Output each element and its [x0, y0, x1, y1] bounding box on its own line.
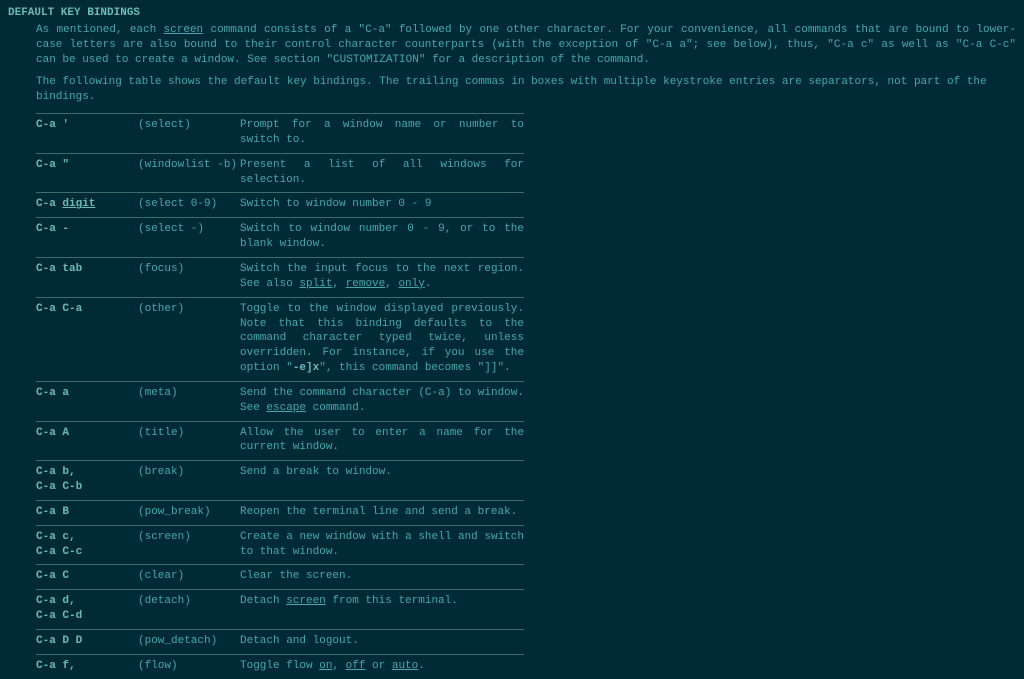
- table-row: C-a -(select -)Switch to window number 0…: [36, 217, 524, 257]
- table-row: C-a '(select)Prompt for a window name or…: [36, 113, 524, 153]
- command-cell: (focus): [138, 262, 240, 292]
- table-row: C-a A(title)Allow the user to enter a na…: [36, 421, 524, 461]
- table-row: C-a f,(flow)Toggle flow on, off or auto.: [36, 654, 524, 679]
- table-row: C-a C-a(other)Toggle to the window displ…: [36, 297, 524, 381]
- keybinding-cell: C-a D D: [36, 634, 138, 649]
- keybinding-table: C-a '(select)Prompt for a window name or…: [36, 113, 524, 679]
- description-cell: Toggle to the window displayed previousl…: [240, 302, 524, 376]
- intro-paragraph: As mentioned, each screen command consis…: [36, 23, 1016, 68]
- intro-text-a: As mentioned, each: [36, 24, 164, 36]
- keybinding-cell: C-a c,C-a C-c: [36, 530, 138, 560]
- description-cell: Send the command character (C-a) to wind…: [240, 386, 524, 416]
- table-row: C-a D D(pow_detach)Detach and logout.: [36, 629, 524, 654]
- command-cell: (flow): [138, 659, 240, 674]
- description-cell: Switch to window number 0 - 9: [240, 197, 524, 212]
- table-row: C-a c,C-a C-c(screen)Create a new window…: [36, 525, 524, 565]
- command-cell: (screen): [138, 530, 240, 560]
- command-cell: (pow_detach): [138, 634, 240, 649]
- table-row: C-a b,C-a C-b(break)Send a break to wind…: [36, 460, 524, 500]
- description-cell: Detach screen from this terminal.: [240, 594, 524, 624]
- description-cell: Present a list of all windows for select…: [240, 158, 524, 188]
- description-cell: Toggle flow on, off or auto.: [240, 659, 524, 674]
- command-cell: (select): [138, 118, 240, 148]
- table-row: C-a "(windowlist -b)Present a list of al…: [36, 153, 524, 193]
- keybinding-cell: C-a C: [36, 569, 138, 584]
- description-cell: Send a break to window.: [240, 465, 524, 495]
- keybinding-cell: C-a B: [36, 505, 138, 520]
- command-cell: (break): [138, 465, 240, 495]
- keybinding-cell: C-a f,: [36, 659, 138, 674]
- keybinding-cell: C-a A: [36, 426, 138, 456]
- keybinding-cell: C-a ': [36, 118, 138, 148]
- keybinding-cell: C-a b,C-a C-b: [36, 465, 138, 495]
- command-cell: (select -): [138, 222, 240, 252]
- intro-paragraph-2: The following table shows the default ke…: [36, 75, 1016, 105]
- command-cell: (select 0-9): [138, 197, 240, 212]
- command-cell: (meta): [138, 386, 240, 416]
- description-cell: Prompt for a window name or number to sw…: [240, 118, 524, 148]
- keybinding-cell: C-a C-a: [36, 302, 138, 376]
- table-row: C-a B(pow_break)Reopen the terminal line…: [36, 500, 524, 525]
- command-cell: (pow_break): [138, 505, 240, 520]
- command-cell: (other): [138, 302, 240, 376]
- keybinding-cell: C-a tab: [36, 262, 138, 292]
- description-cell: Switch the input focus to the next regio…: [240, 262, 524, 292]
- keybinding-cell: C-a ": [36, 158, 138, 188]
- description-cell: Clear the screen.: [240, 569, 524, 584]
- command-cell: (windowlist -b): [138, 158, 240, 188]
- section-heading: DEFAULT KEY BINDINGS: [8, 6, 1016, 21]
- table-row: C-a tab(focus)Switch the input focus to …: [36, 257, 524, 297]
- description-cell: Detach and logout.: [240, 634, 524, 649]
- table-row: C-a a(meta)Send the command character (C…: [36, 381, 524, 421]
- table-row: C-a d,C-a C-d(detach)Detach screen from …: [36, 589, 524, 629]
- description-cell: Reopen the terminal line and send a brea…: [240, 505, 524, 520]
- table-row: C-a digit(select 0-9)Switch to window nu…: [36, 192, 524, 217]
- command-cell: (clear): [138, 569, 240, 584]
- keybinding-cell: C-a d,C-a C-d: [36, 594, 138, 624]
- table-row: C-a C(clear)Clear the screen.: [36, 564, 524, 589]
- description-cell: Allow the user to enter a name for the c…: [240, 426, 524, 456]
- keybinding-cell: C-a a: [36, 386, 138, 416]
- intro-screen-link: screen: [164, 24, 204, 36]
- command-cell: (detach): [138, 594, 240, 624]
- description-cell: Switch to window number 0 - 9, or to the…: [240, 222, 524, 252]
- keybinding-cell: C-a -: [36, 222, 138, 252]
- command-cell: (title): [138, 426, 240, 456]
- keybinding-cell: C-a digit: [36, 197, 138, 212]
- description-cell: Create a new window with a shell and swi…: [240, 530, 524, 560]
